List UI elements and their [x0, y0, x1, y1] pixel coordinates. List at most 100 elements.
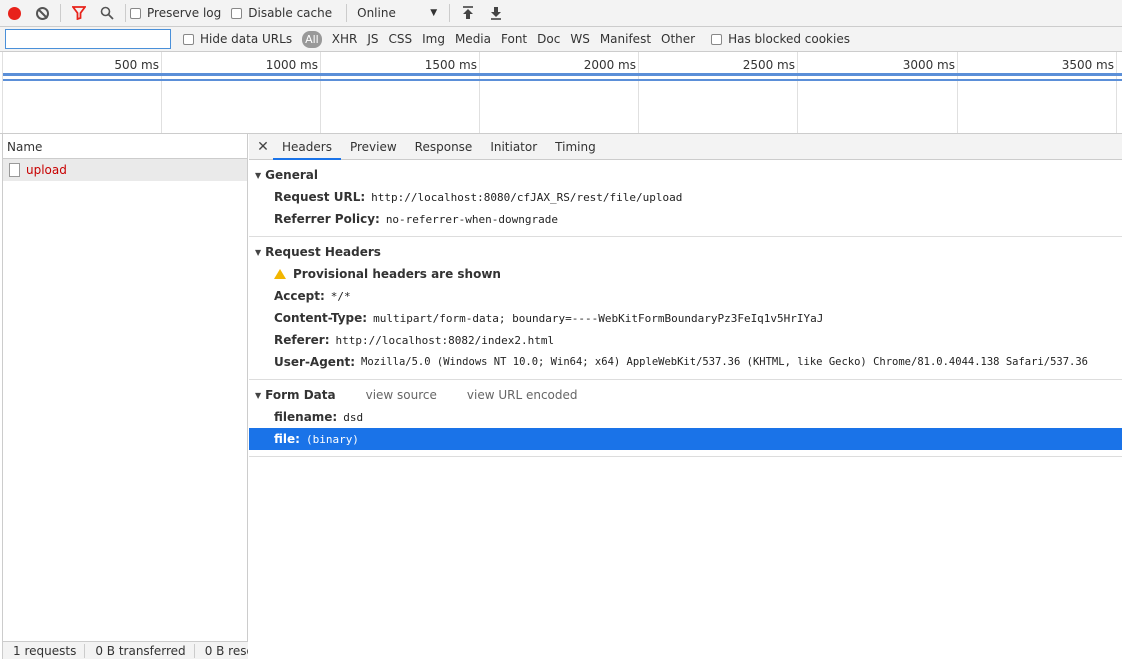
timeline-gridline: [320, 52, 321, 133]
header-value: multipart/form-data; boundary=----WebKit…: [373, 311, 824, 325]
form-key: file:: [274, 432, 300, 446]
upload-icon: [463, 6, 474, 19]
overview-timeline[interactable]: 500 ms 1000 ms 1500 ms 2000 ms 2500 ms 3…: [0, 52, 1122, 134]
type-filter-img[interactable]: Img: [422, 32, 445, 46]
filter-icon: [72, 6, 86, 20]
disable-cache-checkbox[interactable]: Disable cache: [231, 6, 332, 20]
checkbox-box[interactable]: [231, 7, 243, 19]
view-url-encoded-link[interactable]: view URL encoded: [467, 388, 578, 402]
header-key: Request URL:: [274, 190, 366, 204]
search-button[interactable]: [93, 0, 121, 27]
tab-timing[interactable]: Timing: [546, 134, 605, 159]
warning-text: Provisional headers are shown: [293, 267, 501, 281]
type-filter-ws[interactable]: WS: [570, 32, 589, 46]
import-har-button[interactable]: [454, 0, 482, 27]
provisional-warning: Provisional headers are shown: [249, 263, 1122, 285]
type-filter-manifest[interactable]: Manifest: [600, 32, 651, 46]
checkbox-box[interactable]: [130, 7, 141, 19]
search-icon: [100, 6, 114, 20]
form-data-section: ▼ Form Data view source view URL encoded fi…: [249, 384, 1122, 457]
timeline-gridline: [479, 52, 480, 133]
type-filter-font[interactable]: Font: [501, 32, 527, 46]
checkbox-box[interactable]: [711, 33, 723, 45]
toolbar-divider: [60, 4, 61, 22]
resources-size: 0 B resources: [195, 644, 248, 658]
timeline-gridline: [957, 52, 958, 133]
type-filter-js[interactable]: JS: [367, 32, 378, 46]
request-row[interactable]: upload: [3, 159, 247, 181]
name-column-header[interactable]: Name: [3, 134, 247, 159]
type-filter-xhr[interactable]: XHR: [332, 32, 358, 46]
requests-count: 1 requests: [3, 643, 86, 658]
export-har-button[interactable]: [482, 0, 510, 27]
section-title: Request Headers: [265, 245, 381, 259]
checkbox-box[interactable]: [183, 33, 194, 45]
type-filter-all[interactable]: All: [302, 30, 322, 48]
throttling-select[interactable]: Online ▼: [357, 6, 437, 20]
clear-button[interactable]: [28, 0, 56, 27]
toolbar-divider: [449, 4, 451, 22]
tab-response[interactable]: Response: [406, 134, 482, 159]
header-row: Request URL: http://localhost:8080/cfJAX_…: [249, 186, 1122, 208]
request-details: ✕ Headers Preview Response Initiator Tim…: [249, 134, 1122, 659]
header-key: Accept:: [274, 289, 325, 303]
download-icon: [491, 7, 502, 20]
preserve-log-label: Preserve log: [147, 6, 222, 20]
section-title: Form Data: [265, 388, 336, 402]
clear-icon: [35, 6, 49, 20]
timeline-tick: 1500 ms: [424, 58, 477, 72]
timeline-tick: 2500 ms: [742, 58, 795, 72]
transferred-size: 0 B transferred: [85, 643, 195, 658]
header-row: Accept: */*: [249, 285, 1122, 307]
file-icon: [9, 163, 20, 177]
header-value: */*: [330, 289, 351, 303]
request-headers-section: ▼ Request Headers Provisional headers are…: [249, 241, 1122, 380]
tab-headers[interactable]: Headers: [273, 134, 341, 160]
hide-data-urls-checkbox[interactable]: Hide data URLs: [183, 32, 292, 46]
view-source-link[interactable]: view source: [366, 388, 437, 402]
type-filter-other[interactable]: Other: [661, 32, 695, 46]
timeline-load-line: [3, 79, 1122, 81]
record-button[interactable]: [0, 0, 28, 27]
preserve-log-checkbox[interactable]: Preserve log: [130, 6, 221, 20]
filter-input[interactable]: [5, 29, 171, 49]
timeline-load-line: [3, 73, 1122, 76]
close-icon[interactable]: ✕: [253, 134, 273, 159]
timeline-tick: 2000 ms: [583, 58, 636, 72]
header-key: User-Agent:: [274, 355, 356, 369]
timeline-gridline: [2, 52, 3, 133]
form-key: filename:: [274, 410, 338, 424]
form-data-row[interactable]: file: (binary): [249, 428, 1122, 450]
header-key: Referer:: [274, 333, 330, 347]
request-list: Name upload 1 requests 0 B transferred 0…: [2, 134, 248, 659]
tab-preview[interactable]: Preview: [341, 134, 406, 159]
network-toolbar: Preserve log Disable cache Online ▼: [0, 0, 1122, 27]
blocked-cookies-label: Has blocked cookies: [728, 32, 850, 46]
header-key: Referrer Policy:: [274, 212, 380, 226]
general-section: ▼ General Request URL: http://localhost:80…: [249, 164, 1122, 237]
type-filter-doc[interactable]: Doc: [537, 32, 560, 46]
tab-initiator[interactable]: Initiator: [481, 134, 546, 159]
record-icon: [7, 6, 21, 20]
filter-button[interactable]: [65, 0, 93, 27]
type-filter-media[interactable]: Media: [455, 32, 491, 46]
timeline-tick: 3500 ms: [1061, 58, 1114, 72]
header-row: Referrer Policy: no-referrer-when-downgra…: [249, 208, 1122, 230]
summary-bar: 1 requests 0 B transferred 0 B resources: [3, 641, 248, 659]
form-data-row[interactable]: filename: dsd: [249, 406, 1122, 428]
form-value: dsd: [343, 410, 364, 424]
header-value: http://localhost:8082/index2.html: [335, 333, 555, 347]
header-value: no-referrer-when-downgrade: [385, 212, 558, 226]
request-headers-section-toggle[interactable]: ▼ Request Headers: [249, 241, 1122, 263]
hide-data-urls-label: Hide data URLs: [200, 32, 293, 46]
throttling-value: Online: [357, 6, 396, 20]
blocked-cookies-checkbox[interactable]: Has blocked cookies: [711, 32, 850, 46]
form-data-section-toggle[interactable]: ▼ Form Data view source view URL encoded: [249, 384, 1122, 406]
general-section-toggle[interactable]: ▼ General: [249, 164, 1122, 186]
timeline-gridline: [797, 52, 798, 133]
toolbar-divider: [346, 4, 348, 22]
timeline-tick: 500 ms: [114, 58, 159, 72]
filter-bar: Hide data URLs All XHR JS CSS Img Media …: [0, 27, 1122, 52]
type-filter-css[interactable]: CSS: [388, 32, 412, 46]
timeline-tick: 3000 ms: [902, 58, 955, 72]
